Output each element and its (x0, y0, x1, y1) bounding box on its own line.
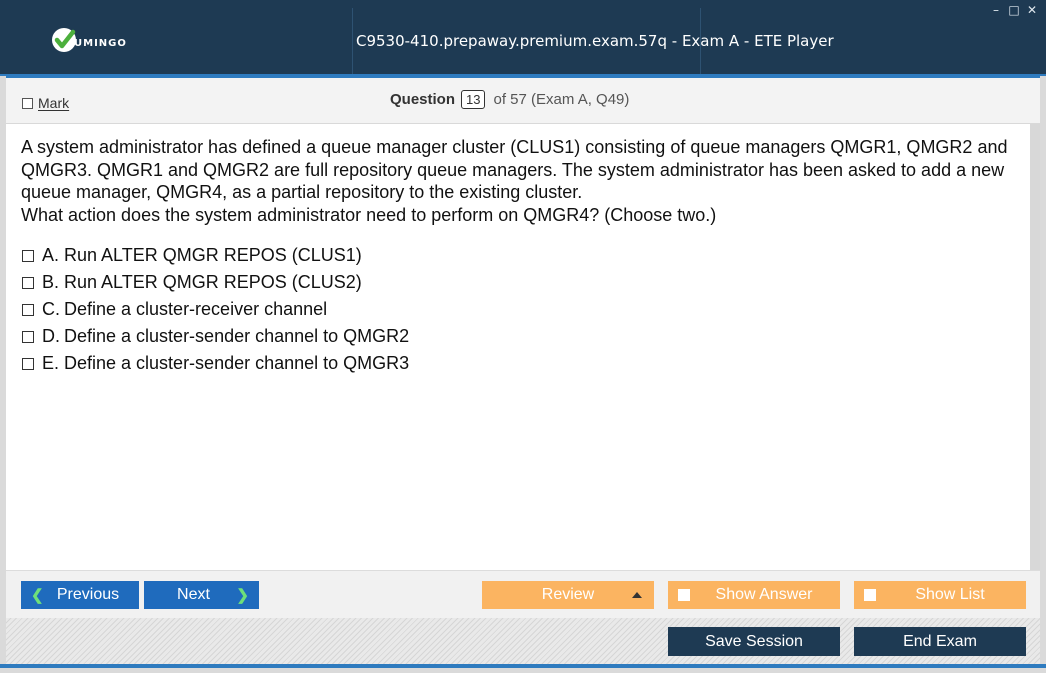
caret-up-icon (632, 592, 642, 598)
vumingo-logo: UMINGO (50, 26, 127, 54)
option-checkbox[interactable] (22, 303, 34, 316)
show-list-checkbox[interactable] (864, 589, 876, 601)
option-checkbox[interactable] (22, 249, 34, 262)
question-text: A system administrator has defined a que… (21, 136, 1011, 226)
show-answer-label: Show Answer (715, 586, 813, 603)
mark-checkbox-box[interactable] (22, 97, 33, 109)
window-frame-bottom (0, 668, 1046, 673)
answer-options: A. Run ALTER QMGR REPOS (CLUS1) B. Run A… (22, 242, 409, 377)
next-button[interactable]: Next ❯ (144, 581, 259, 609)
option-c[interactable]: C. Define a cluster-receiver channel (22, 296, 409, 323)
option-checkbox[interactable] (22, 357, 34, 370)
review-label: Review (541, 586, 595, 603)
window-frame-right (1040, 76, 1046, 673)
option-checkbox[interactable] (22, 330, 34, 343)
show-list-toggle[interactable]: Show List (854, 581, 1026, 609)
chevron-left-icon: ❮ (31, 587, 44, 604)
next-label: Next (177, 586, 210, 603)
question-header: Mark Question 13 of 57 (Exam A, Q49) (6, 78, 1040, 124)
mark-checkbox[interactable]: Mark (22, 95, 69, 111)
option-b[interactable]: B. Run ALTER QMGR REPOS (CLUS2) (22, 269, 409, 296)
option-letter: E. (42, 353, 60, 373)
question-counter: Question 13 of 57 (Exam A, Q49) (390, 90, 629, 109)
save-session-button[interactable]: Save Session (668, 627, 840, 656)
option-text: Run ALTER QMGR REPOS (CLUS2) (64, 272, 362, 292)
title-bar: UMINGO C9530-410.prepaway.premium.exam.5… (0, 0, 1046, 76)
option-text: Run ALTER QMGR REPOS (CLUS1) (64, 245, 362, 265)
option-e[interactable]: E. Define a cluster-sender channel to QM… (22, 350, 409, 377)
option-checkbox[interactable] (22, 276, 34, 289)
close-icon[interactable]: ✕ (1026, 4, 1038, 16)
question-prompt: What action does the system administrato… (21, 204, 717, 225)
show-answer-checkbox[interactable] (678, 589, 690, 601)
previous-button[interactable]: ❮ Previous (21, 581, 139, 609)
window-title: C9530-410.prepaway.premium.exam.57q - Ex… (356, 32, 834, 50)
option-letter: D. (42, 326, 60, 346)
option-text: Define a cluster-sender channel to QMGR3 (64, 353, 410, 373)
logo-text: UMINGO (74, 37, 127, 49)
question-stem: A system administrator has defined a que… (21, 137, 1008, 202)
footer-bar: Save Session End Exam (6, 618, 1040, 666)
chevron-right-icon: ❯ (236, 587, 249, 604)
option-a[interactable]: A. Run ALTER QMGR REPOS (CLUS1) (22, 242, 409, 269)
question-number-input[interactable]: 13 (461, 90, 486, 109)
option-letter: C. (42, 299, 60, 319)
review-button[interactable]: Review (482, 581, 654, 609)
question-total: of 57 (Exam A, Q49) (493, 91, 630, 108)
show-answer-toggle[interactable]: Show Answer (668, 581, 840, 609)
option-text: Define a cluster-sender channel to QMGR2 (64, 326, 410, 346)
end-exam-button[interactable]: End Exam (854, 627, 1026, 656)
save-session-label: Save Session (705, 632, 803, 650)
maximize-icon[interactable]: □ (1008, 4, 1020, 16)
navigation-bar: ❮ Previous Next ❯ Review Show Answer Sho… (6, 570, 1040, 618)
question-panel: A system administrator has defined a que… (6, 124, 1030, 673)
window-controls: – □ ✕ (990, 4, 1038, 16)
vertical-scrollbar[interactable] (1030, 124, 1040, 570)
show-list-label: Show List (915, 586, 985, 603)
previous-label: Previous (56, 586, 120, 603)
end-exam-label: End Exam (903, 632, 977, 650)
title-divider (352, 8, 353, 74)
option-d[interactable]: D. Define a cluster-sender channel to QM… (22, 323, 409, 350)
question-label: Question (390, 91, 456, 108)
option-letter: B. (42, 272, 60, 292)
option-letter: A. (42, 245, 60, 265)
mark-label: Mark (38, 95, 70, 111)
option-text: Define a cluster-receiver channel (64, 299, 328, 319)
minimize-icon[interactable]: – (990, 4, 1002, 16)
